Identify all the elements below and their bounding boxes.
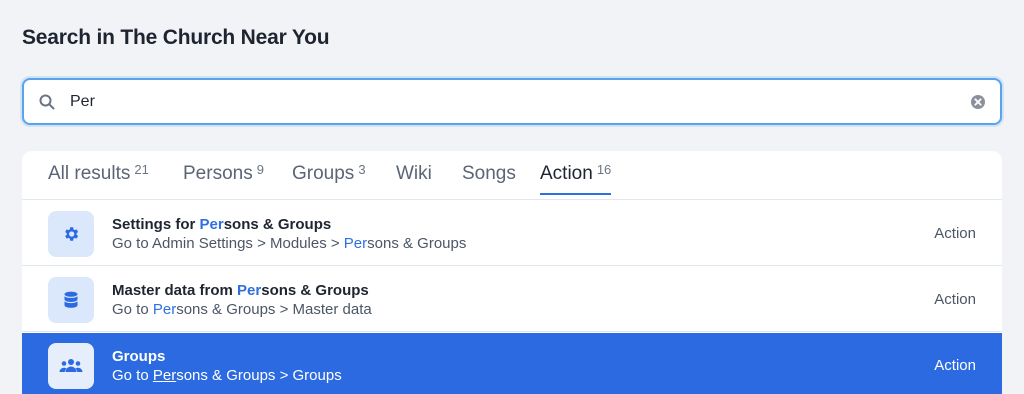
result-path: Go to Persons & Groups > Master data [112, 301, 372, 318]
tab-count: 9 [256, 162, 264, 177]
tab-wiki[interactable]: Wiki [396, 163, 432, 195]
result-type: Action [934, 357, 976, 374]
result-icon-tile [48, 211, 94, 257]
tab-bar: All results 21 Persons 9 Groups 3 Wiki Song… [22, 151, 1002, 200]
tab-label: All results [48, 163, 131, 184]
tab-count: 3 [358, 162, 366, 177]
search-input[interactable] [70, 88, 950, 116]
tab-label: Persons [183, 163, 253, 184]
result-icon-tile [48, 343, 94, 389]
result-row[interactable]: Master data from Persons & Groups Go to … [22, 267, 1002, 332]
database-icon [64, 291, 78, 308]
result-title: Settings for Persons & Groups [112, 216, 332, 233]
page-title: Search in The Church Near You [22, 26, 330, 49]
tab-label: Groups [292, 163, 355, 184]
tab-action[interactable]: Action 16 [540, 162, 612, 195]
result-row[interactable]: Settings for Persons & Groups Go to Admi… [22, 201, 1002, 266]
result-type: Action [934, 291, 976, 308]
tab-persons[interactable]: Persons 9 [183, 162, 264, 195]
tab-count: 16 [596, 162, 612, 177]
tab-groups[interactable]: Groups 3 [292, 162, 366, 195]
result-row-selected[interactable]: Groups Go to Persons & Groups > Groups A… [22, 333, 1002, 394]
result-icon-tile [48, 277, 94, 323]
tab-label: Wiki [396, 163, 432, 184]
tab-songs[interactable]: Songs [462, 163, 516, 195]
gear-icon [65, 227, 79, 241]
result-type: Action [934, 225, 976, 242]
search-box[interactable] [22, 78, 1002, 125]
result-title: Master data from Persons & Groups [112, 282, 369, 299]
result-path: Go to Persons & Groups > Groups [112, 367, 342, 384]
tab-label: Action [540, 163, 593, 184]
clear-icon[interactable] [970, 94, 986, 110]
result-path: Go to Admin Settings > Modules > Persons… [112, 235, 467, 252]
tab-all-results[interactable]: All results 21 [48, 162, 149, 195]
users-group-icon [59, 359, 83, 372]
tab-count: 21 [134, 162, 149, 177]
results-panel: All results 21 Persons 9 Groups 3 Wiki Song… [22, 151, 1002, 394]
search-icon [39, 94, 55, 110]
tab-label: Songs [462, 163, 516, 184]
result-title: Groups [112, 348, 166, 365]
